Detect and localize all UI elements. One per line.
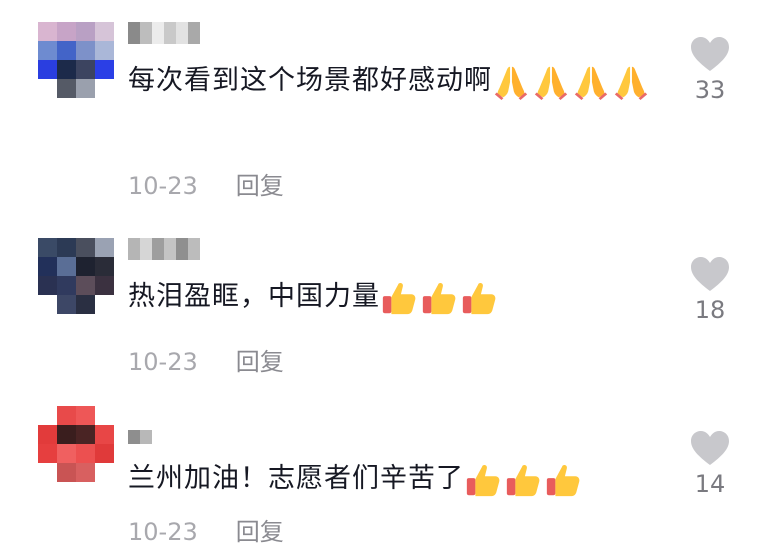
comment-date: 10-23 xyxy=(128,172,198,200)
emoji-row xyxy=(492,57,652,107)
like-count: 18 xyxy=(694,296,726,324)
thumbs-up-icon xyxy=(422,283,456,315)
avatar[interactable] xyxy=(38,22,114,98)
username-blurred[interactable] xyxy=(128,238,204,260)
like-count: 33 xyxy=(694,76,726,104)
comment-meta: 10-23 回复 xyxy=(128,512,284,547)
thumbs-up-icon xyxy=(382,283,416,315)
comment-text: 兰州加油！志愿者们辛苦了 xyxy=(128,454,668,505)
heart-icon[interactable] xyxy=(690,430,730,466)
avatar[interactable] xyxy=(38,406,114,482)
comment-item: 热泪盈眶，中国力量 10-23 回复 18 xyxy=(0,238,760,378)
praying-hands-icon xyxy=(574,66,608,101)
reply-button[interactable]: 回复 xyxy=(236,348,284,376)
comment-body: 热泪盈眶，中国力量 xyxy=(128,281,380,312)
praying-hands-icon xyxy=(534,66,568,101)
comment-meta: 10-23 回复 xyxy=(128,342,284,377)
comment-item: 每次看到这个场景都好感动啊 10-23 回复 33 xyxy=(0,22,760,212)
username-blurred[interactable] xyxy=(128,430,156,444)
comment-body: 每次看到这个场景都好感动啊 xyxy=(128,65,492,96)
username-blurred[interactable] xyxy=(128,22,204,44)
thumbs-up-icon xyxy=(462,283,496,315)
comment-text: 每次看到这个场景都好感动啊 xyxy=(128,56,668,107)
praying-hands-icon xyxy=(494,66,528,101)
comment-date: 10-23 xyxy=(128,348,198,376)
avatar[interactable] xyxy=(38,238,114,314)
comment-meta: 10-23 回复 xyxy=(128,166,284,201)
comment-text: 热泪盈眶，中国力量 xyxy=(128,272,668,323)
thumbs-up-icon xyxy=(466,465,500,497)
emoji-row xyxy=(380,273,500,323)
praying-hands-icon xyxy=(614,66,648,101)
like-button[interactable]: 33 xyxy=(684,36,736,104)
heart-icon[interactable] xyxy=(690,256,730,292)
reply-button[interactable]: 回复 xyxy=(236,172,284,200)
thumbs-up-icon xyxy=(546,465,580,497)
emoji-row xyxy=(464,455,584,505)
comment-item: 兰州加油！志愿者们辛苦了 10-23 回复 14 xyxy=(0,406,760,556)
comment-body: 兰州加油！志愿者们辛苦了 xyxy=(128,463,464,494)
like-count: 14 xyxy=(694,470,726,498)
reply-button[interactable]: 回复 xyxy=(236,518,284,546)
like-button[interactable]: 18 xyxy=(684,256,736,324)
comment-date: 10-23 xyxy=(128,518,198,546)
thumbs-up-icon xyxy=(506,465,540,497)
heart-icon[interactable] xyxy=(690,36,730,72)
like-button[interactable]: 14 xyxy=(684,430,736,498)
